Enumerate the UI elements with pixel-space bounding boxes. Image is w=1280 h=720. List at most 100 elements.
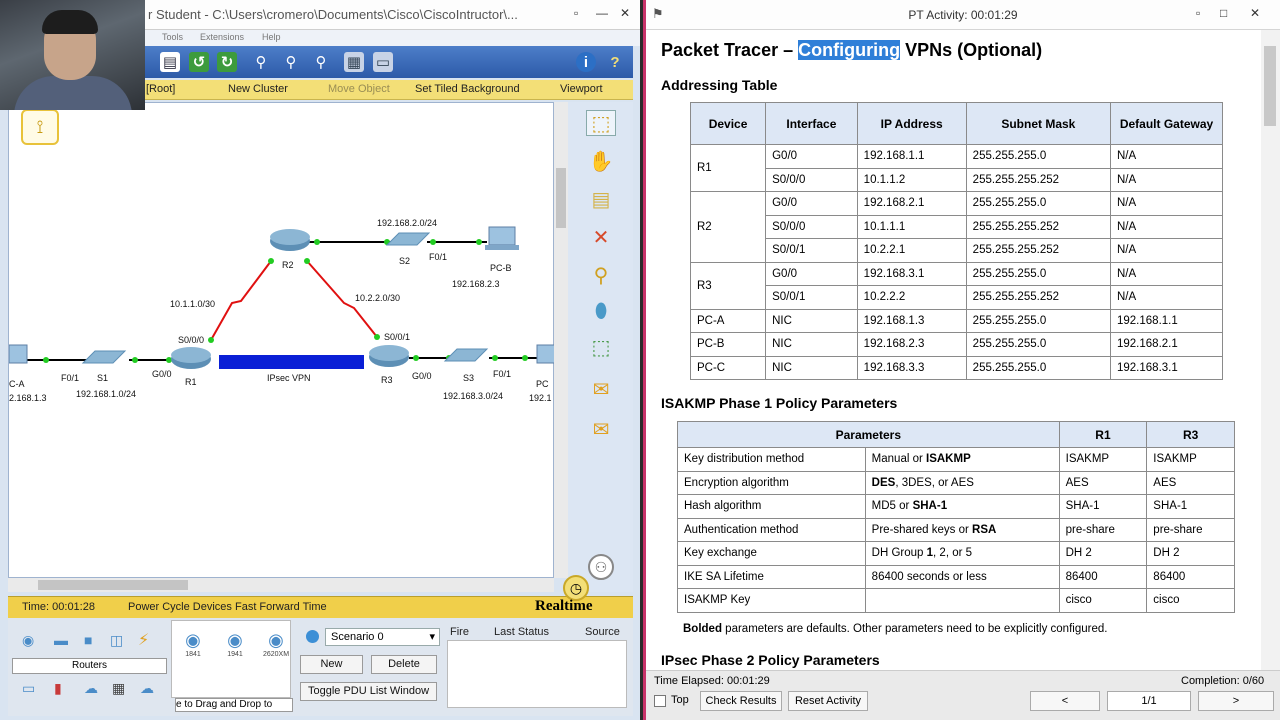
hubs-category-icon[interactable]: ■: [84, 632, 92, 648]
table-cell: 192.168.2.1: [856, 191, 967, 216]
delete-scenario-button[interactable]: Delete: [371, 655, 437, 674]
device-cell: R3: [689, 261, 767, 310]
r3-value-cell: 86400: [1146, 564, 1235, 589]
main-toolbar: ▤ ↺ ↻ ⚲ ⚲ ⚲ ▦ ▭ i ?: [145, 46, 633, 78]
next-page-button[interactable]: >: [1198, 691, 1274, 711]
param-name-cell: ISAKMP Key: [677, 588, 866, 613]
table-cell: 10.2.2.1: [856, 238, 967, 263]
hand-icon[interactable]: ✋: [588, 148, 614, 174]
router-1841-thumb[interactable]: ◉ 1841: [175, 630, 211, 670]
table-cell: NIC: [765, 355, 858, 380]
simulation-mode-icon[interactable]: ⚇: [588, 554, 614, 580]
table-cell: G0/0: [765, 144, 858, 169]
router-2620xm-thumb[interactable]: ◉ 2620XM: [258, 630, 294, 670]
table-cell: S0/0/1: [765, 238, 858, 263]
canvas-horizontal-scrollbar[interactable]: [8, 578, 554, 592]
ipsec-heading: IPsec Phase 2 Policy Parameters: [661, 652, 880, 668]
cluster-icon[interactable]: ⟟: [21, 109, 59, 145]
activity-title-bar: ⚑ PT Activity: 00:01:29 ▫ □ ✕: [646, 0, 1280, 30]
pca-label: C-A: [9, 379, 25, 389]
zoom-out-icon[interactable]: ⚲: [311, 52, 331, 72]
param-options-cell: Pre-shared keys or RSA: [864, 517, 1060, 542]
info-icon[interactable]: i: [576, 52, 596, 72]
prev-page-button[interactable]: <: [1030, 691, 1100, 711]
r3-value-cell: DH 2: [1146, 541, 1235, 566]
custom-devices-icon[interactable]: ▦: [112, 680, 125, 697]
page-indicator: 1/1: [1107, 691, 1191, 711]
restore-icon[interactable]: ▫: [574, 6, 578, 20]
menu-extensions[interactable]: Extensions: [200, 32, 244, 42]
simple-pdu-icon[interactable]: ✉: [588, 376, 614, 402]
reset-activity-button[interactable]: Reset Activity: [788, 691, 868, 711]
top-label: Top: [671, 694, 689, 706]
logical-workspace-canvas[interactable]: 192.168.2.0/24 R2 S2 F0/1 PC-B 192.168.2…: [8, 102, 555, 578]
resize-shape-icon[interactable]: ⬚: [588, 334, 614, 360]
redo-icon[interactable]: ↻: [217, 52, 237, 72]
power-cycle-fast-forward[interactable]: Power Cycle Devices Fast Forward Time: [128, 601, 327, 613]
col-device: Device: [689, 102, 767, 145]
custom-device-icon[interactable]: ▭: [373, 52, 393, 72]
wireless-category-icon[interactable]: ◫: [110, 632, 123, 649]
root-link[interactable]: [Root]: [146, 83, 175, 95]
table-cell: N/A: [1110, 238, 1223, 263]
param-name-cell: Key exchange: [677, 541, 866, 566]
router-1941-thumb[interactable]: ◉ 1941: [217, 630, 253, 670]
table-cell: 192.168.1.3: [856, 308, 967, 333]
scenario-info-icon[interactable]: [306, 630, 319, 643]
table-cell: 192.168.3.1: [856, 261, 967, 286]
r1-value-cell: pre-share: [1058, 517, 1148, 542]
canvas-vertical-scrollbar[interactable]: [554, 102, 568, 578]
viewport-button[interactable]: Viewport: [560, 83, 603, 95]
multiuser-icon[interactable]: ☁: [140, 680, 154, 697]
top-checkbox[interactable]: [654, 695, 666, 707]
s2-label: S2: [399, 256, 411, 266]
r1r2-link-label: 10.1.1.0/30: [170, 299, 216, 309]
palette-icon[interactable]: ▦: [344, 52, 364, 72]
new-scenario-button[interactable]: New: [300, 655, 363, 674]
set-tiled-background-button[interactable]: Set Tiled Background: [415, 83, 520, 95]
close-icon[interactable]: ✕: [1250, 6, 1260, 20]
param-options-cell: Manual or ISAKMP: [864, 447, 1060, 472]
r3-g00-label: G0/0: [412, 371, 432, 381]
table-row: Key exchange DH Group 1, 2, or 5 DH 2 DH 2: [677, 541, 1235, 566]
complex-pdu-icon[interactable]: ✉: [588, 416, 614, 442]
draw-shape-icon[interactable]: ⬮: [588, 298, 614, 324]
check-results-button[interactable]: Check Results: [700, 691, 782, 711]
print-icon[interactable]: ▤: [160, 52, 180, 72]
restore-icon[interactable]: ▫: [1196, 6, 1200, 20]
col-mask: Subnet Mask: [965, 102, 1112, 145]
completion-status: Completion: 0/60: [1181, 675, 1265, 687]
note-icon[interactable]: ▤: [588, 186, 614, 212]
s3-port-label: F0/1: [493, 369, 512, 379]
switches-category-icon[interactable]: ▬: [54, 632, 68, 648]
zoom-reset-icon[interactable]: ⚲: [281, 52, 301, 72]
move-object-button[interactable]: Move Object: [328, 83, 390, 95]
inspect-icon[interactable]: ⚲: [588, 262, 614, 288]
security-icon[interactable]: ▮: [54, 680, 62, 697]
undo-icon[interactable]: ↺: [189, 52, 209, 72]
minimize-icon[interactable]: —: [596, 6, 608, 20]
zoom-in-icon[interactable]: ⚲: [251, 52, 271, 72]
help-icon[interactable]: ?: [605, 52, 625, 72]
connections-category-icon[interactable]: ⚡: [138, 630, 149, 650]
realtime-mode-label[interactable]: Realtime: [535, 598, 592, 615]
document-scrollbar[interactable]: [1261, 30, 1280, 670]
menu-help[interactable]: Help: [262, 32, 281, 42]
table-row: Key distribution method Manual or ISAKMP I…: [677, 447, 1235, 472]
table-cell: 255.255.255.252: [965, 167, 1112, 192]
close-icon[interactable]: ✕: [620, 6, 630, 20]
maximize-icon[interactable]: □: [1220, 6, 1227, 20]
scenario-select[interactable]: Scenario 0 ▾: [325, 628, 440, 646]
table-cell: 255.255.255.0: [965, 144, 1112, 169]
routers-category-icon[interactable]: ◉: [22, 632, 34, 649]
new-cluster-button[interactable]: New Cluster: [228, 83, 288, 95]
table-cell: 10.1.1.1: [856, 214, 967, 239]
wan-emulation-icon[interactable]: ☁: [84, 680, 98, 697]
end-devices-icon[interactable]: ▭: [22, 680, 35, 697]
select-icon[interactable]: ⬚: [586, 110, 616, 136]
delete-icon[interactable]: ✕: [588, 224, 614, 250]
menu-tools[interactable]: Tools: [162, 32, 183, 42]
table-cell: N/A: [1110, 167, 1223, 192]
toggle-pdu-list-button[interactable]: Toggle PDU List Window: [300, 682, 437, 701]
pdu-col-last-status: Last Status: [494, 626, 550, 638]
